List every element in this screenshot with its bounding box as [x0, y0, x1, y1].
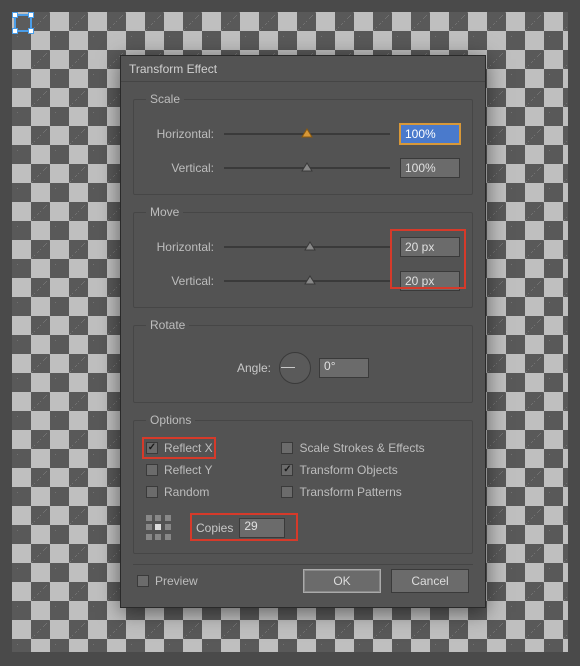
checkbox-reflect-x[interactable]: Reflect X — [146, 441, 273, 455]
move-horizontal-label: Horizontal: — [146, 240, 220, 254]
checkbox-icon — [146, 486, 158, 498]
checkbox-preview[interactable]: Preview — [137, 574, 198, 588]
move-vertical-input[interactable]: 20 px — [400, 271, 460, 291]
checkbox-reflect-y[interactable]: Reflect Y — [146, 463, 273, 477]
dialog-footer: Preview OK Cancel — [133, 564, 473, 595]
checkbox-label: Transform Objects — [299, 463, 397, 477]
anchor-reference-point[interactable] — [146, 515, 172, 541]
rotate-angle-input[interactable]: 0° — [319, 358, 369, 378]
move-horizontal-input[interactable]: 20 px — [400, 237, 460, 257]
move-legend: Move — [146, 205, 183, 219]
checkbox-icon — [281, 486, 293, 498]
dialog-title: Transform Effect — [129, 62, 217, 76]
selection-handle[interactable] — [28, 28, 34, 34]
slider-handle-icon[interactable] — [301, 127, 313, 139]
selected-object[interactable] — [14, 14, 32, 32]
scale-horizontal-input[interactable]: 100% — [400, 124, 460, 144]
scale-horizontal-slider[interactable] — [224, 125, 390, 143]
ok-button[interactable]: OK — [303, 569, 381, 593]
slider-handle-icon[interactable] — [304, 240, 316, 252]
selection-handle[interactable] — [12, 12, 18, 18]
checkbox-random[interactable]: Random — [146, 485, 273, 499]
checkbox-icon — [137, 575, 149, 587]
cancel-button[interactable]: Cancel — [391, 569, 469, 593]
scale-vertical-input[interactable]: 100% — [400, 158, 460, 178]
move-horizontal-slider[interactable] — [224, 238, 390, 256]
copies-label: Copies — [196, 521, 233, 535]
checkbox-icon — [281, 464, 293, 476]
checkbox-label: Preview — [155, 574, 198, 588]
rotate-angle-label: Angle: — [237, 361, 271, 375]
checkbox-label: Random — [164, 485, 209, 499]
rotate-dial[interactable] — [279, 352, 311, 384]
rotate-legend: Rotate — [146, 318, 189, 332]
checkbox-label: Reflect X — [164, 441, 213, 455]
dialog-titlebar[interactable]: Transform Effect — [121, 56, 485, 82]
slider-handle-icon[interactable] — [301, 161, 313, 173]
checkbox-icon — [281, 442, 293, 454]
move-vertical-slider[interactable] — [224, 272, 390, 290]
rotate-group: Rotate Angle: 0° — [133, 318, 473, 403]
copies-field: Copies 29 — [196, 518, 285, 538]
checkbox-scale-strokes[interactable]: Scale Strokes & Effects — [281, 441, 460, 455]
checkbox-label: Transform Patterns — [299, 485, 401, 499]
checkbox-label: Scale Strokes & Effects — [299, 441, 424, 455]
scale-vertical-label: Vertical: — [146, 161, 220, 175]
selection-handle[interactable] — [28, 12, 34, 18]
checkbox-icon — [146, 442, 158, 454]
move-group: Move Horizontal: 20 px Vertical: — [133, 205, 473, 308]
checkbox-transform-patterns[interactable]: Transform Patterns — [281, 485, 460, 499]
scale-group: Scale Horizontal: 100% Vertical: — [133, 92, 473, 195]
options-legend: Options — [146, 413, 195, 427]
checkbox-label: Reflect Y — [164, 463, 212, 477]
move-vertical-label: Vertical: — [146, 274, 220, 288]
slider-handle-icon[interactable] — [304, 274, 316, 286]
transform-effect-dialog: Transform Effect Scale Horizontal: 100% … — [120, 55, 486, 608]
options-group: Options Reflect X Scale Strokes & Effect… — [133, 413, 473, 554]
checkbox-transform-objects[interactable]: Transform Objects — [281, 463, 460, 477]
scale-legend: Scale — [146, 92, 184, 106]
scale-vertical-slider[interactable] — [224, 159, 390, 177]
selection-handle[interactable] — [12, 28, 18, 34]
checkbox-icon — [146, 464, 158, 476]
scale-horizontal-label: Horizontal: — [146, 127, 220, 141]
copies-input[interactable]: 29 — [239, 518, 285, 538]
